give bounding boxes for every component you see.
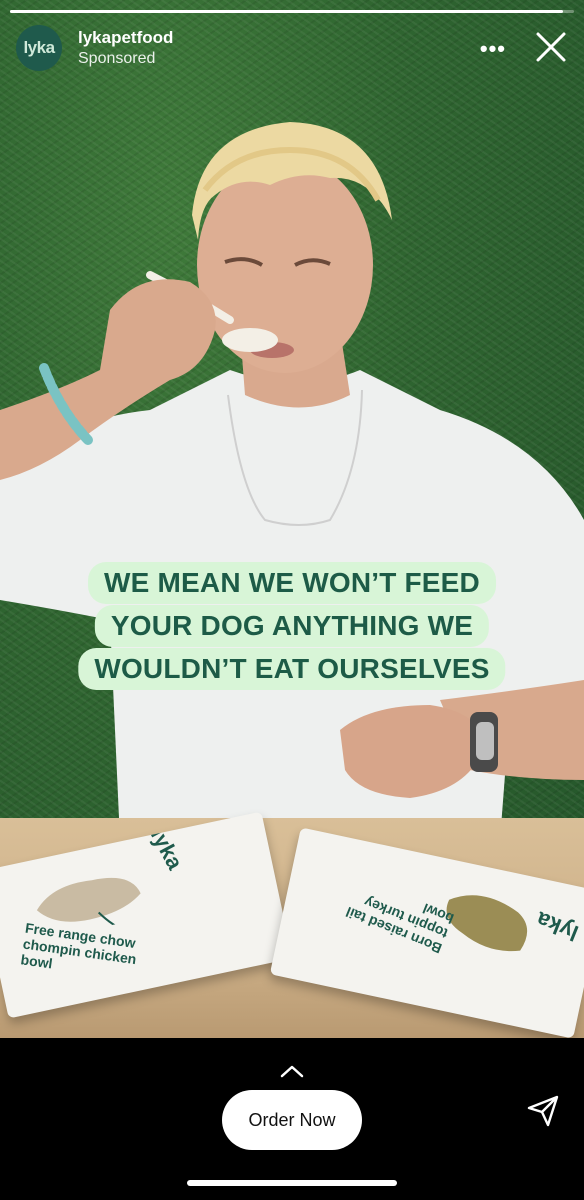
chevron-up-icon[interactable]	[280, 1064, 304, 1078]
story-media[interactable]: lyka Free range chow chompin chicken bow…	[0, 0, 584, 1038]
story-progress-fill	[10, 10, 563, 13]
story-header: lyka lykapetfood Sponsored •••	[16, 22, 568, 74]
home-indicator[interactable]	[187, 1180, 397, 1186]
send-icon[interactable]	[526, 1094, 560, 1128]
sponsored-label: Sponsored	[78, 50, 156, 67]
story-progress-bar	[10, 10, 574, 13]
avatar[interactable]: lyka	[16, 25, 62, 71]
avatar-text: lyka	[23, 38, 55, 57]
package-text: Born raised tail toppin turkey bowl	[343, 893, 456, 957]
account-info[interactable]: lykapetfood Sponsored	[78, 28, 173, 68]
caption-line: WE MEAN WE WON’T FEED	[88, 562, 496, 604]
package-text: Free range chow chompin chicken bowl	[19, 919, 138, 972]
cta-bar: Order Now	[0, 1038, 584, 1200]
caption-line: YOUR DOG ANYTHING WE	[94, 605, 490, 647]
order-now-button[interactable]: Order Now	[222, 1090, 362, 1150]
account-name[interactable]: lykapetfood	[78, 28, 173, 48]
more-horizontal-icon[interactable]: •••	[480, 36, 506, 62]
close-icon[interactable]	[534, 30, 568, 64]
caption-line: WOULDN’T EAT OURSELVES	[78, 648, 506, 690]
